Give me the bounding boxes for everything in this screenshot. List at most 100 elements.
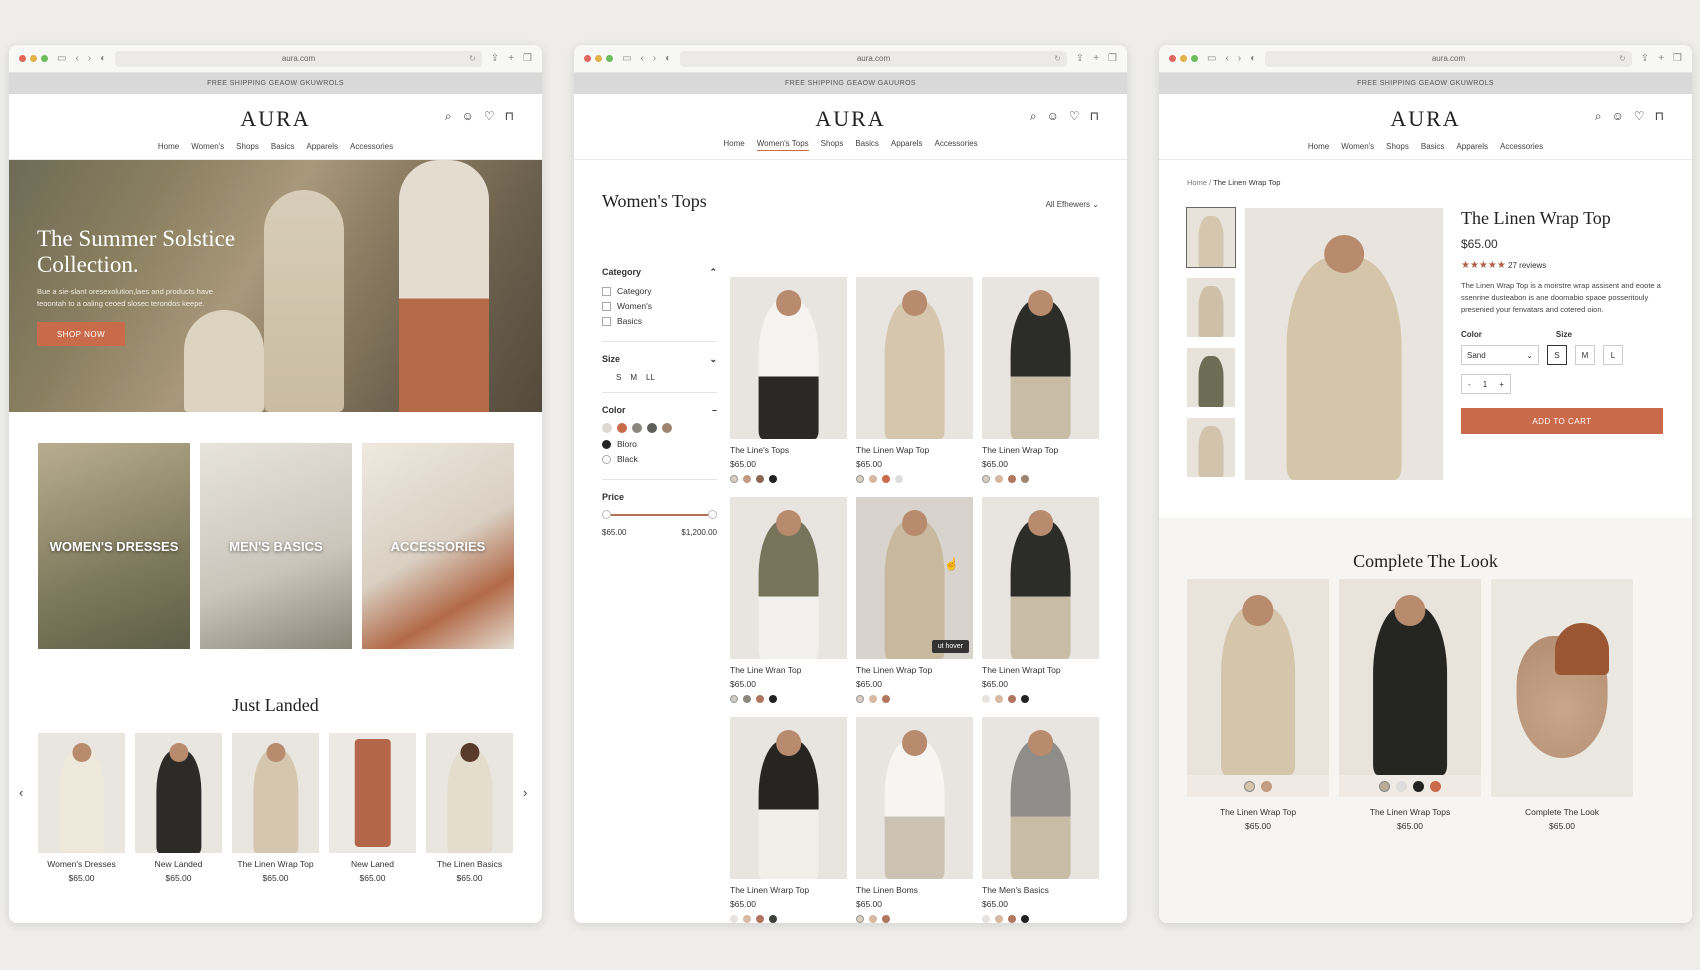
color-swatch[interactable] <box>1379 780 1390 792</box>
new-tab-icon[interactable]: + <box>1658 53 1664 64</box>
share-icon[interactable]: ⇪ <box>491 53 499 64</box>
color-swatch[interactable] <box>617 423 627 433</box>
forward-icon[interactable]: › <box>653 53 656 64</box>
size-option[interactable]: LL <box>646 373 655 382</box>
tabs-icon[interactable]: ❐ <box>1108 53 1117 64</box>
size-button-m[interactable]: M <box>1575 345 1595 365</box>
color-option-bloro[interactable]: Bloro <box>602 439 717 449</box>
filter-color-header[interactable]: Color – <box>602 405 717 415</box>
decrement-button[interactable]: - <box>1468 380 1471 389</box>
search-icon[interactable]: ⌕ <box>1595 109 1602 124</box>
product-card[interactable]: The Men's Basics $65.00 <box>982 717 1099 923</box>
size-option[interactable]: M <box>630 373 637 382</box>
look-card[interactable]: The Linen Wrap Top $65.00 <box>1187 579 1329 831</box>
nav-shops[interactable]: Shops <box>821 139 844 151</box>
new-tab-icon[interactable]: + <box>508 53 514 64</box>
size-option[interactable]: S <box>616 373 621 382</box>
thumbnail[interactable] <box>1187 418 1235 477</box>
color-swatch[interactable] <box>647 423 657 433</box>
address-bar[interactable]: aura.com ↻ <box>1265 50 1632 67</box>
tabs-icon[interactable]: ❐ <box>1673 53 1682 64</box>
wishlist-icon[interactable]: ♡ <box>484 109 495 124</box>
size-button-s[interactable]: S <box>1547 345 1567 365</box>
color-swatch[interactable] <box>1413 780 1424 792</box>
filter-category-header[interactable]: Category ⌃ <box>602 267 717 278</box>
main-product-image[interactable] <box>1245 208 1443 480</box>
product-card[interactable]: The Linen Wrarp Top $65.00 <box>730 717 847 923</box>
tabs-icon[interactable]: ❐ <box>523 53 532 64</box>
checkbox-womens[interactable]: Women's <box>602 301 717 311</box>
shield-icon[interactable]: ◐ <box>665 53 671 64</box>
nav-home[interactable]: Home <box>723 139 744 151</box>
nav-basics[interactable]: Basics <box>271 142 295 151</box>
search-icon[interactable]: ⌕ <box>445 109 452 124</box>
product-card[interactable]: Women's Dresses $65.00 <box>38 733 125 883</box>
account-icon[interactable]: ☺ <box>462 109 474 124</box>
nav-basics[interactable]: Basics <box>855 139 879 151</box>
nav-shops[interactable]: Shops <box>1386 142 1409 151</box>
category-mens-basics[interactable]: MEN'S BASICS <box>200 443 352 649</box>
color-swatch[interactable] <box>1430 780 1441 792</box>
size-button-l[interactable]: L <box>1603 345 1623 365</box>
checkbox-category[interactable]: Category <box>602 286 717 296</box>
product-card[interactable]: The Linen Basics $65.00 <box>426 733 513 883</box>
product-card[interactable]: New Landed $65.00 <box>135 733 222 883</box>
back-icon[interactable]: ‹ <box>75 53 78 64</box>
color-swatch[interactable] <box>1244 780 1255 792</box>
wishlist-icon[interactable]: ♡ <box>1069 109 1080 124</box>
reload-icon[interactable]: ↻ <box>1054 54 1061 63</box>
color-swatch[interactable] <box>632 423 642 433</box>
nav-womens[interactable]: Women's <box>1341 142 1374 151</box>
wishlist-icon[interactable]: ♡ <box>1634 109 1645 124</box>
forward-icon[interactable]: › <box>88 53 91 64</box>
nav-apparels[interactable]: Apparels <box>1456 142 1488 151</box>
thumbnail[interactable] <box>1187 348 1235 407</box>
thumbnail[interactable] <box>1187 278 1235 337</box>
window-controls[interactable] <box>1169 55 1198 62</box>
quantity-value[interactable]: 1 <box>1483 380 1487 389</box>
bag-icon[interactable]: ⊓ <box>1655 109 1664 124</box>
reload-icon[interactable]: ↻ <box>469 54 476 63</box>
nav-accessories[interactable]: Accessories <box>1500 142 1543 151</box>
look-card[interactable]: The Linen Wrap Tops $65.00 <box>1339 579 1481 831</box>
shield-icon[interactable]: ◐ <box>1250 53 1256 64</box>
nav-apparels[interactable]: Apparels <box>891 139 923 151</box>
color-swatch[interactable] <box>662 423 672 433</box>
color-swatch[interactable] <box>1396 780 1407 792</box>
checkbox-basics[interactable]: Basics <box>602 316 717 326</box>
nav-accessories[interactable]: Accessories <box>350 142 393 151</box>
nav-apparels[interactable]: Apparels <box>306 142 338 151</box>
nav-basics[interactable]: Basics <box>1421 142 1445 151</box>
nav-home[interactable]: Home <box>158 142 179 151</box>
carousel-next-icon[interactable]: › <box>523 785 527 800</box>
product-card[interactable]: The Line's Tops $65.00 <box>730 277 847 483</box>
forward-icon[interactable]: › <box>1238 53 1241 64</box>
nav-womens-tops[interactable]: Women's Tops <box>756 139 809 151</box>
product-card[interactable]: The Linen Boms $65.00 <box>856 717 973 923</box>
color-swatch[interactable] <box>1261 780 1272 792</box>
product-card[interactable]: New Laned $65.00 <box>329 733 416 883</box>
reload-icon[interactable]: ↻ <box>1619 54 1626 63</box>
back-icon[interactable]: ‹ <box>1225 53 1228 64</box>
look-card[interactable]: Complete The Look $65.00 <box>1491 579 1633 831</box>
filter-size-header[interactable]: Size ⌄ <box>602 354 717 365</box>
nav-womens[interactable]: Women's <box>191 142 224 151</box>
nav-shops[interactable]: Shops <box>236 142 259 151</box>
sort-dropdown[interactable]: All Efhewers ⌄ <box>1046 200 1099 209</box>
bag-icon[interactable]: ⊓ <box>1090 109 1099 124</box>
slider-handle[interactable] <box>708 510 717 519</box>
shield-icon[interactable]: ◐ <box>100 53 106 64</box>
address-bar[interactable]: aura.com ↻ <box>680 50 1067 67</box>
share-icon[interactable]: ⇪ <box>1641 53 1649 64</box>
product-card[interactable]: The Linen Wrapt Top $65.00 <box>982 497 1099 703</box>
product-card-hovered[interactable]: ut hover ☝ The Linen Wrap Top $65.00 <box>856 497 973 703</box>
price-slider[interactable] <box>602 510 717 520</box>
category-accessories[interactable]: ACCESSORIES <box>362 443 514 649</box>
color-option-black[interactable]: Black <box>602 454 717 464</box>
review-count[interactable]: 27 reviews <box>1508 261 1546 270</box>
account-icon[interactable]: ☺ <box>1047 109 1059 124</box>
color-swatch[interactable] <box>602 423 612 433</box>
nav-home[interactable]: Home <box>1308 142 1329 151</box>
product-card[interactable]: The Linen Wap Top $65.00 <box>856 277 973 483</box>
product-card[interactable]: The Linen Wrap Top $65.00 <box>982 277 1099 483</box>
